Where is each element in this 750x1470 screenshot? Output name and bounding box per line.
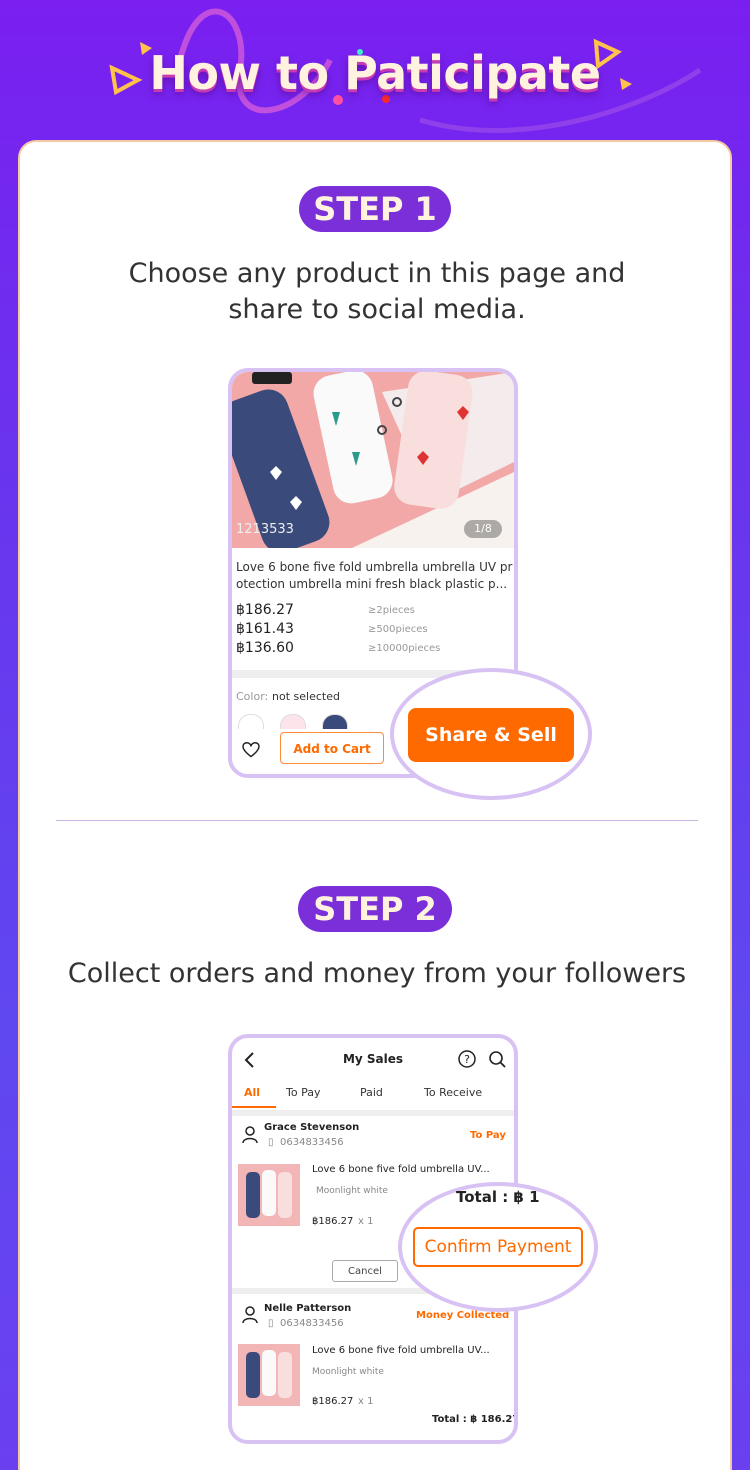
- product-image[interactable]: 1213533 1/8: [232, 372, 514, 553]
- product-name-line2: otection umbrella mini fresh black plast…: [236, 577, 508, 591]
- order-status: To Pay: [470, 1130, 506, 1141]
- section-divider: [232, 1110, 514, 1116]
- heart-icon[interactable]: [242, 742, 260, 758]
- customer-phone: 0634833456: [280, 1318, 344, 1329]
- tier-quantity: ≥500pieces: [368, 624, 428, 635]
- svg-text:?: ?: [464, 1053, 470, 1066]
- section-divider: [56, 820, 698, 821]
- color-label: Color:: [236, 690, 269, 703]
- order-item-qty: x 1: [358, 1396, 374, 1407]
- tab-paid[interactable]: Paid: [360, 1086, 383, 1099]
- image-counter: 1/8: [464, 520, 502, 538]
- step1-badge: STEP 1: [299, 186, 451, 232]
- color-swatch-navy[interactable]: [322, 714, 348, 729]
- user-icon: [242, 1126, 258, 1144]
- cancel-button[interactable]: Cancel: [332, 1260, 398, 1282]
- color-value: not selected: [272, 690, 340, 703]
- tab-all[interactable]: All: [244, 1086, 260, 1099]
- tab-to-pay[interactable]: To Pay: [286, 1086, 320, 1099]
- user-icon: [242, 1306, 258, 1324]
- step2-badge: STEP 2: [298, 886, 452, 932]
- order-item-price: ฿186.27: [312, 1216, 354, 1227]
- page-title: How to Paticipate: [149, 46, 601, 100]
- order-thumbnail: [238, 1164, 300, 1226]
- color-swatch-pink[interactable]: [280, 714, 306, 729]
- customer-phone: 0634833456: [280, 1137, 344, 1148]
- customer-name: Nelle Patterson: [264, 1303, 352, 1314]
- tier-price: ฿161.43: [236, 621, 294, 637]
- step1-description-line2: share to social media.: [228, 294, 526, 325]
- order-item-variant: Moonlight white: [312, 1367, 384, 1377]
- tab-to-receive[interactable]: To Receive: [424, 1086, 482, 1099]
- add-to-cart-button[interactable]: Add to Cart: [280, 732, 384, 764]
- search-icon[interactable]: [488, 1050, 506, 1068]
- order-total-partial: Total : ฿ 1: [456, 1188, 540, 1206]
- tier-price: ฿186.27: [236, 602, 294, 618]
- page: How to Paticipate STEP 1 Choose any prod…: [0, 0, 750, 1470]
- tier-quantity: ≥10000pieces: [368, 643, 441, 654]
- order-item-price: ฿186.27: [312, 1396, 354, 1407]
- instructions-card: STEP 1 Choose any product in this page a…: [18, 140, 732, 1470]
- customer-name: Grace Stevenson: [264, 1122, 360, 1133]
- order-item-variant: Moonlight white: [316, 1186, 388, 1196]
- help-icon[interactable]: ?: [458, 1050, 476, 1068]
- tier-price: ฿136.60: [236, 640, 294, 656]
- color-swatch-white[interactable]: [238, 714, 264, 729]
- confirm-payment-button[interactable]: Confirm Payment: [413, 1227, 583, 1267]
- tier-quantity: ≥2pieces: [368, 605, 415, 616]
- step2-description: Collect orders and money from your follo…: [67, 958, 687, 989]
- order-total: Total : ฿ 186.27: [432, 1414, 518, 1425]
- active-tab-indicator: [232, 1106, 276, 1108]
- phone-icon: ▯: [268, 1137, 274, 1148]
- order-thumbnail: [238, 1344, 300, 1406]
- order-item-name: Love 6 bone five fold umbrella UV...: [312, 1164, 490, 1175]
- phone-icon: ▯: [268, 1318, 274, 1329]
- product-image-id: 1213533: [236, 522, 294, 537]
- share-sell-button[interactable]: Share & Sell: [408, 708, 574, 762]
- step1-description-line1: Choose any product in this page and: [128, 258, 626, 289]
- order-item-qty: x 1: [358, 1216, 374, 1227]
- order-item-name: Love 6 bone five fold umbrella UV...: [312, 1345, 490, 1356]
- product-name-line1: Love 6 bone five fold umbrella umbrella …: [236, 560, 513, 574]
